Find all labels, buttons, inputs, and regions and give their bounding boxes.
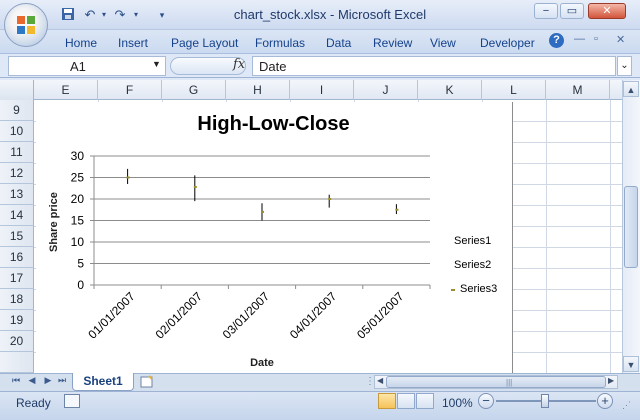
close-marker — [395, 208, 399, 211]
scroll-down-arrow-icon[interactable]: ▼ — [623, 356, 639, 372]
y-tick-label: 25 — [71, 171, 85, 185]
x-tick-label: 04/01/2007 — [287, 289, 340, 342]
y-tick-label: 10 — [71, 235, 85, 249]
page-layout-view-icon[interactable] — [397, 393, 415, 409]
insert-sheet-icon[interactable] — [139, 375, 159, 389]
zoom-in-button[interactable]: + — [597, 393, 613, 409]
y-tick-label: 30 — [71, 149, 85, 163]
sheet-tab-sheet1[interactable]: Sheet1 — [72, 373, 134, 391]
macro-record-icon[interactable] — [64, 394, 80, 408]
office-button[interactable] — [4, 3, 48, 47]
scroll-grip-icon: ||| — [506, 378, 513, 387]
x-tick-label: 01/01/2007 — [85, 289, 138, 342]
y-tick-label: 5 — [77, 257, 84, 271]
zoom-out-button[interactable]: − — [478, 393, 494, 409]
close-marker — [126, 176, 130, 179]
y-tick-label: 0 — [77, 278, 84, 292]
x-tick-label: 02/01/2007 — [153, 289, 206, 342]
close-marker — [261, 210, 264, 213]
close-marker — [328, 198, 332, 200]
legend-series2[interactable]: Series2 — [454, 259, 491, 271]
status-text: Ready — [16, 396, 51, 410]
page-break-view-icon[interactable] — [416, 393, 434, 409]
plot-area: 0 5 10 15 20 25 30 01/01/2007 02/01/2007 03/01/20… — [71, 149, 431, 342]
x-tick-label: 03/01/2007 — [220, 289, 273, 342]
scroll-right-arrow-icon[interactable]: ▶ — [608, 376, 614, 385]
vertical-scroll-thumb[interactable] — [624, 186, 638, 268]
zoom-slider-thumb[interactable] — [541, 394, 549, 408]
scroll-left-arrow-icon[interactable]: ◀ — [377, 376, 383, 385]
prev-sheet-icon[interactable]: ◀ — [26, 375, 38, 386]
next-sheet-icon[interactable]: ▶ — [42, 375, 54, 386]
close-marker — [193, 185, 197, 188]
legend-series3[interactable]: Series3 — [460, 283, 497, 295]
normal-view-icon[interactable] — [378, 393, 396, 409]
scroll-up-arrow-icon[interactable]: ▲ — [623, 81, 639, 97]
horizontal-scroll-thumb[interactable] — [386, 376, 606, 388]
zoom-level[interactable]: 100% — [442, 396, 473, 410]
y-tick-label: 15 — [71, 214, 85, 228]
first-sheet-icon[interactable]: ⏮ — [10, 375, 22, 386]
resize-grip-icon: ⋰ — [622, 400, 631, 410]
legend-series1[interactable]: Series1 — [454, 235, 491, 247]
x-tick-label: 05/01/2007 — [354, 289, 407, 342]
y-tick-label: 20 — [71, 192, 85, 206]
last-sheet-icon[interactable]: ⏭ — [56, 375, 68, 386]
office-logo-icon — [17, 16, 35, 34]
legend-series3-marker — [451, 289, 455, 291]
